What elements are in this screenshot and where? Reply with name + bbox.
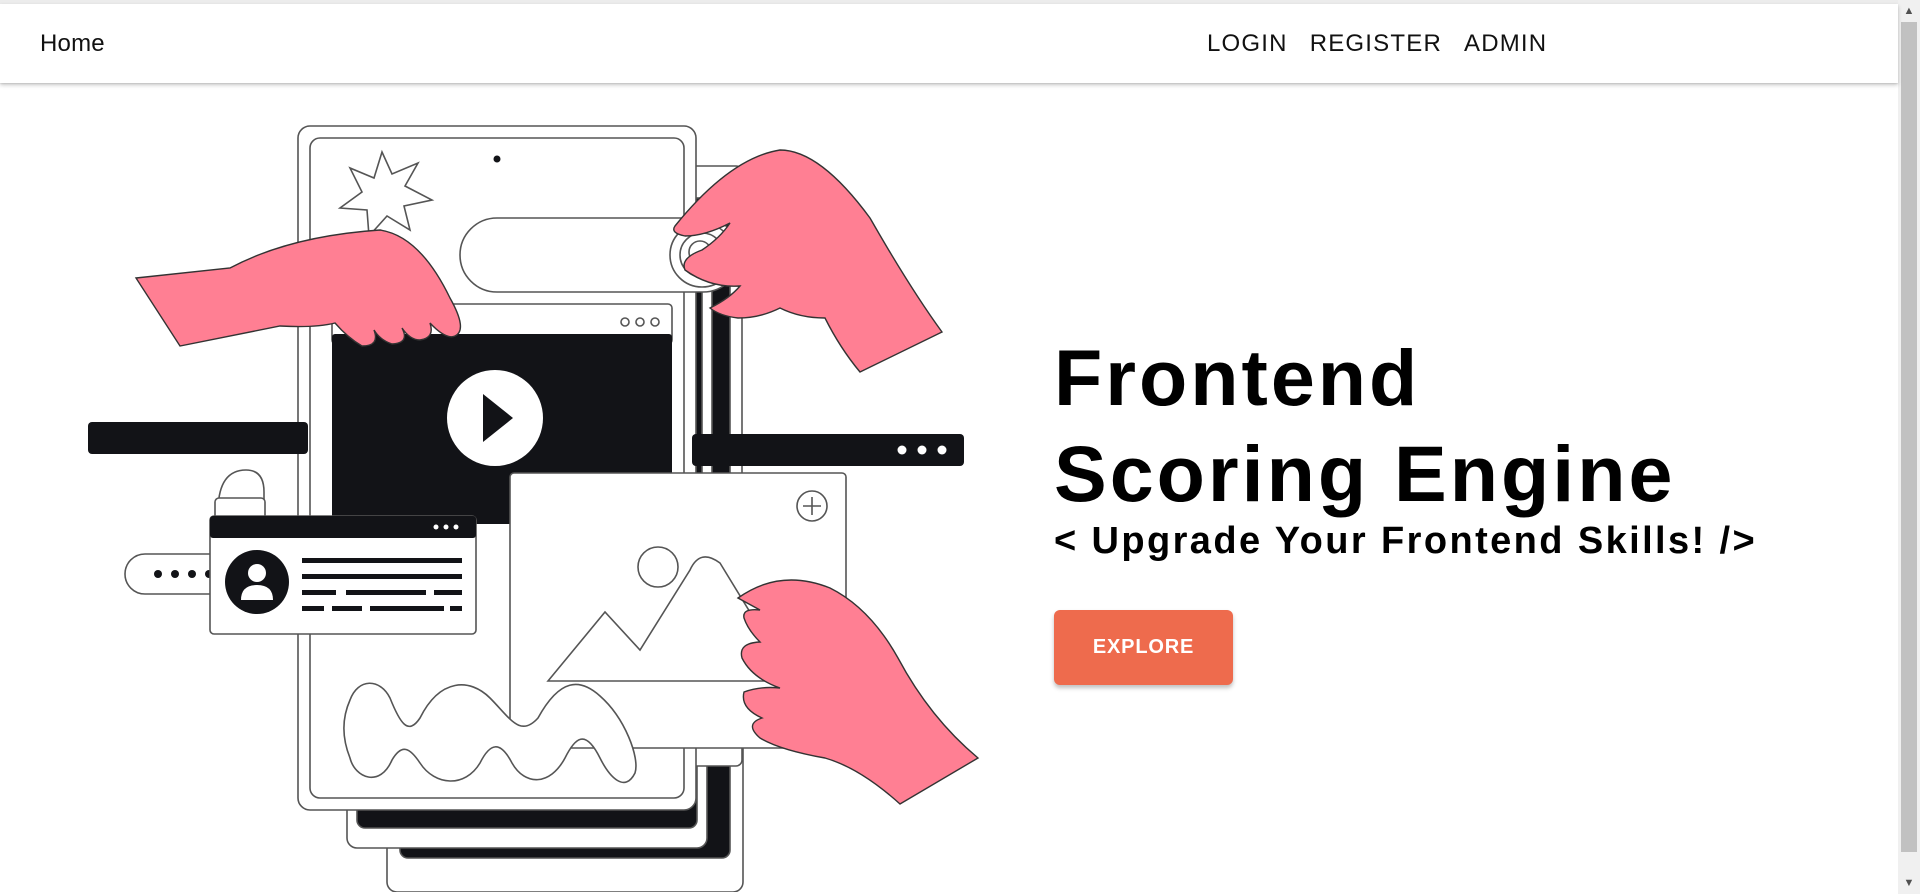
nav-auth-links: LOGIN REGISTER ADMIN	[1207, 30, 1547, 58]
explore-button[interactable]: EXPLORE	[1054, 610, 1233, 685]
profile-line-3c	[434, 590, 462, 595]
right-bar-dot-2	[917, 445, 927, 455]
user-avatar-head	[248, 564, 266, 582]
profile-dot-3	[453, 524, 459, 530]
nav-login-link[interactable]: LOGIN	[1207, 30, 1288, 58]
hero-text-block: Frontend Scoring Engine < Upgrade Your F…	[1054, 330, 1854, 564]
profile-line-4d	[450, 606, 462, 611]
profile-line-1	[302, 558, 462, 563]
profile-line-4b	[332, 606, 362, 611]
nav-admin-link[interactable]: ADMIN	[1464, 30, 1547, 58]
top-navbar: Home LOGIN REGISTER ADMIN	[0, 4, 1898, 83]
profile-line-4c	[370, 606, 444, 611]
right-bar-dot-3	[937, 445, 947, 455]
video-window-dot-3	[650, 317, 660, 327]
hero-title-line-2: Scoring Engine	[1054, 429, 1676, 518]
profile-line-4a	[302, 606, 324, 611]
hero-illustration	[88, 125, 980, 892]
profile-dot-1	[433, 524, 439, 530]
hero-subtitle: < Upgrade Your Frontend Skills! />	[1054, 520, 1758, 562]
right-bottom-hand	[736, 579, 980, 805]
video-window-dot-2	[635, 317, 645, 327]
page: Home LOGIN REGISTER ADMIN Frontend Scori…	[0, 0, 1920, 894]
right-bar-dot-1	[897, 445, 907, 455]
hero-title: Frontend Scoring Engine	[1054, 330, 1854, 522]
scrollbar-thumb[interactable]	[1901, 22, 1917, 852]
scroll-up-arrow-icon[interactable]: ▲	[1898, 0, 1920, 22]
profile-line-3b	[346, 590, 426, 595]
password-dot-2	[171, 570, 179, 578]
phone-camera-dot	[493, 155, 501, 163]
vertical-scrollbar[interactable]: ▲ ▼	[1898, 0, 1920, 894]
scroll-down-arrow-icon[interactable]: ▼	[1898, 872, 1920, 894]
nav-home-link[interactable]: Home	[40, 30, 105, 58]
image-icon-sun	[637, 546, 679, 588]
nav-register-link[interactable]: REGISTER	[1310, 30, 1442, 58]
profile-dot-2	[443, 524, 449, 530]
profile-line-2	[302, 574, 462, 579]
video-window-dot-1	[620, 317, 630, 327]
password-dot-1	[154, 570, 162, 578]
profile-line-3a	[302, 590, 336, 595]
left-dark-bar	[88, 422, 308, 454]
hero-title-line-1: Frontend	[1054, 333, 1421, 422]
password-dot-3	[188, 570, 196, 578]
